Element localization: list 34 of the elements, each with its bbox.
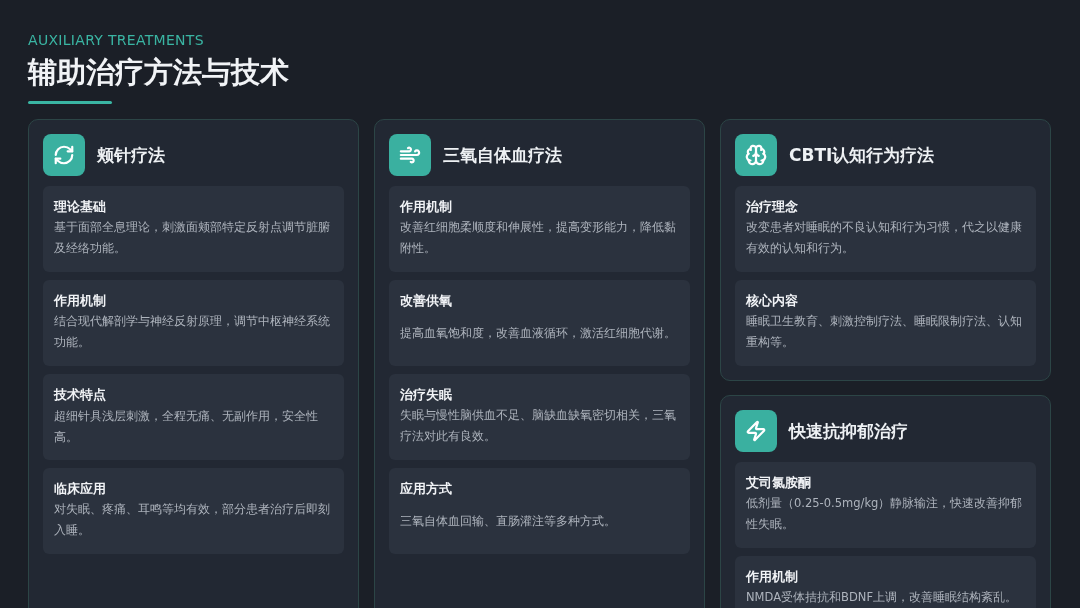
panel-heading: 理论基础 <box>54 198 107 216</box>
panel-heading: 应用方式 <box>400 480 453 498</box>
panel-heading: 作用机制 <box>746 568 799 586</box>
panel-heading: 改善供氧 <box>400 292 453 310</box>
card-title: 颊针疗法 <box>97 143 165 167</box>
panel-text: 提高血氧饱和度，改善血液循环，激活红细胞代谢。 <box>400 324 676 342</box>
panel-text: 改变患者对睡眠的不良认知和行为习惯，代之以健康有效的认知和行为。 <box>746 219 1023 257</box>
card-title: CBTI认知行为疗法 <box>789 143 935 167</box>
treatment-icon <box>735 410 777 452</box>
panel-text: 基于面部全息理论，刺激面颊部特定反射点调节脏腑及经络功能。 <box>54 219 331 257</box>
panel-heading: 作用机制 <box>400 198 453 216</box>
card-title: 快速抗抑郁治疗 <box>789 419 908 443</box>
treatment-icon <box>389 134 431 176</box>
panel-text: 低剂量（0.25-0.5mg/kg）静脉输注，快速改善抑郁性失眠。 <box>746 495 1024 533</box>
panel-text: 对失眠、疼痛、耳鸣等均有效，部分患者治疗后即刻入睡。 <box>54 501 331 539</box>
treatment-icon <box>735 134 777 176</box>
panel-heading: 临床应用 <box>54 480 107 498</box>
card-title: 三氧自体血疗法 <box>443 143 562 167</box>
section-eyebrow: AUXILIARY TREATMENTS <box>28 31 205 49</box>
panel-heading: 艾司氯胺酮 <box>746 474 812 492</box>
panel-text: 改善红细胞柔顺度和伸展性，提高变形能力，降低黏附性。 <box>400 219 677 257</box>
panel-heading: 治疗失眠 <box>400 386 453 404</box>
panel-text: NMDA受体拮抗和BDNF上调，改善睡眠结构紊乱。 <box>746 589 1017 606</box>
treatment-icon <box>43 134 85 176</box>
panel-text: 睡眠卫生教育、刺激控制疗法、睡眠限制疗法、认知重构等。 <box>746 313 1023 351</box>
panel-text: 结合现代解剖学与神经反射原理，调节中枢神经系统功能。 <box>54 313 331 351</box>
panel-heading: 核心内容 <box>746 292 799 310</box>
page-title: 辅助治疗方法与技术 <box>28 54 290 91</box>
panel-text: 三氧自体血回输、直肠灌注等多种方式。 <box>400 512 616 530</box>
panel-heading: 治疗理念 <box>746 198 799 216</box>
panel-text: 失眠与慢性脑供血不足、脑缺血缺氧密切相关，三氧疗法对此有良效。 <box>400 407 677 445</box>
panel-heading: 技术特点 <box>54 386 107 404</box>
panel-heading: 作用机制 <box>54 292 107 310</box>
panel-text: 超细针具浅层刺激，全程无痛、无副作用，安全性高。 <box>54 408 319 446</box>
